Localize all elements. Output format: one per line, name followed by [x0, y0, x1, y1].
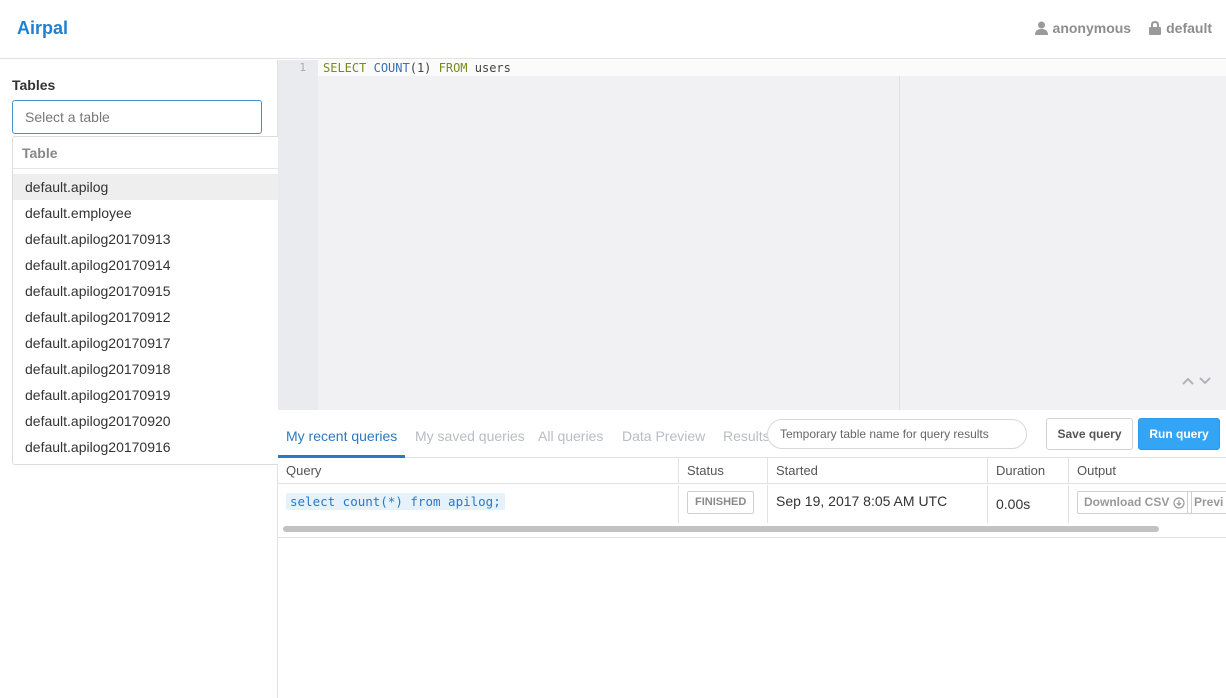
dropdown-header: Table: [13, 137, 278, 169]
column-header-query: Query: [286, 463, 322, 478]
column-header-status: Status: [678, 458, 767, 484]
table-option[interactable]: default.apilog20170912: [13, 304, 278, 330]
editor-gutter: 1: [278, 60, 318, 410]
status-badge: FINISHED: [687, 491, 755, 514]
column-header-duration: Duration: [987, 458, 1068, 484]
preview-button[interactable]: Previ: [1187, 491, 1226, 514]
column-header-started: Started: [767, 458, 987, 484]
user-icon: [1034, 21, 1048, 35]
editor-resize-controls: [1181, 376, 1212, 386]
top-navbar: Airpal anonymous default: [0, 0, 1226, 59]
table-option[interactable]: default.apilog20170915: [13, 278, 278, 304]
table-option[interactable]: default.apilog20170920: [13, 408, 278, 434]
tables-sidebar: Tables Table default.apilog default.empl…: [0, 60, 278, 698]
query-cell: select count(*) from apilog;: [278, 485, 678, 523]
chevron-up-icon[interactable]: [1181, 376, 1195, 386]
run-query-button[interactable]: Run query: [1138, 418, 1220, 450]
sql-text: (1): [409, 61, 439, 75]
recent-queries-table: Query Status Started Duration Output sel…: [278, 458, 1226, 538]
preview-label: Previ: [1194, 495, 1224, 509]
schema-name: default: [1166, 20, 1212, 36]
lock-icon: [1149, 21, 1162, 35]
table-option[interactable]: default.apilog20170916: [13, 434, 278, 460]
sql-function: COUNT: [373, 61, 410, 75]
query-text[interactable]: select count(*) from apilog;: [286, 493, 505, 510]
sql-text: users: [467, 61, 511, 75]
chevron-down-icon[interactable]: [1198, 376, 1212, 386]
table-option[interactable]: default.apilog20170918: [13, 356, 278, 382]
duration-value: 0.00s: [996, 496, 1031, 512]
duration-cell: 0.00s: [987, 485, 1068, 523]
sidebar-title: Tables: [12, 77, 56, 93]
table-header: Query Status Started Duration Output: [278, 458, 1226, 484]
horizontal-scrollbar[interactable]: [283, 526, 1159, 532]
sql-editor[interactable]: 1 SELECT COUNT(1) FROM users: [278, 60, 1226, 410]
column-header-output: Output: [1068, 458, 1226, 484]
download-csv-label: Download CSV: [1084, 495, 1170, 509]
table-option[interactable]: default.employee: [13, 200, 278, 226]
table-option[interactable]: default.apilog20170913: [13, 226, 278, 252]
sql-keyword: SELECT: [323, 61, 367, 75]
save-query-button[interactable]: Save query: [1046, 418, 1133, 450]
table-option[interactable]: default.apilog20170914: [13, 252, 278, 278]
output-cell: Download CSV Previ: [1068, 485, 1226, 523]
print-margin: [899, 76, 900, 410]
started-time: Sep 19, 2017 8:05 AM UTC: [776, 493, 948, 509]
username: anonymous: [1052, 20, 1132, 36]
temp-table-input[interactable]: [767, 419, 1027, 449]
table-option[interactable]: default.apilog20170917: [13, 330, 278, 356]
sql-keyword: FROM: [438, 61, 468, 75]
line-number: 1: [299, 61, 306, 74]
app-logo[interactable]: Airpal: [17, 18, 68, 39]
sql-code[interactable]: SELECT COUNT(1) FROM users: [323, 61, 511, 75]
tab-my-recent-queries[interactable]: My recent queries: [286, 428, 397, 444]
started-cell: Sep 19, 2017 8:05 AM UTC: [767, 485, 987, 523]
table-dropdown: Table default.apilog default.employee de…: [12, 136, 278, 465]
download-csv-button[interactable]: Download CSV: [1077, 491, 1193, 514]
schema-menu[interactable]: default: [1149, 20, 1212, 36]
table-option[interactable]: default.apilog: [13, 174, 278, 200]
table-search-input[interactable]: [12, 100, 262, 134]
user-info: anonymous default: [1017, 20, 1212, 36]
user-menu[interactable]: anonymous: [1034, 20, 1132, 36]
tab-my-saved-queries[interactable]: My saved queries: [415, 428, 525, 444]
tab-all-queries[interactable]: All queries: [538, 428, 603, 444]
query-tabs-bar: My recent queries My saved queries All q…: [278, 410, 1226, 458]
tab-results[interactable]: Results: [723, 428, 770, 444]
table-option[interactable]: default.apilog20170919: [13, 382, 278, 408]
download-icon: [1173, 496, 1185, 509]
status-cell: FINISHED: [678, 485, 767, 523]
tab-data-preview[interactable]: Data Preview: [622, 428, 705, 444]
table-list: default.apilog default.employee default.…: [13, 174, 278, 460]
